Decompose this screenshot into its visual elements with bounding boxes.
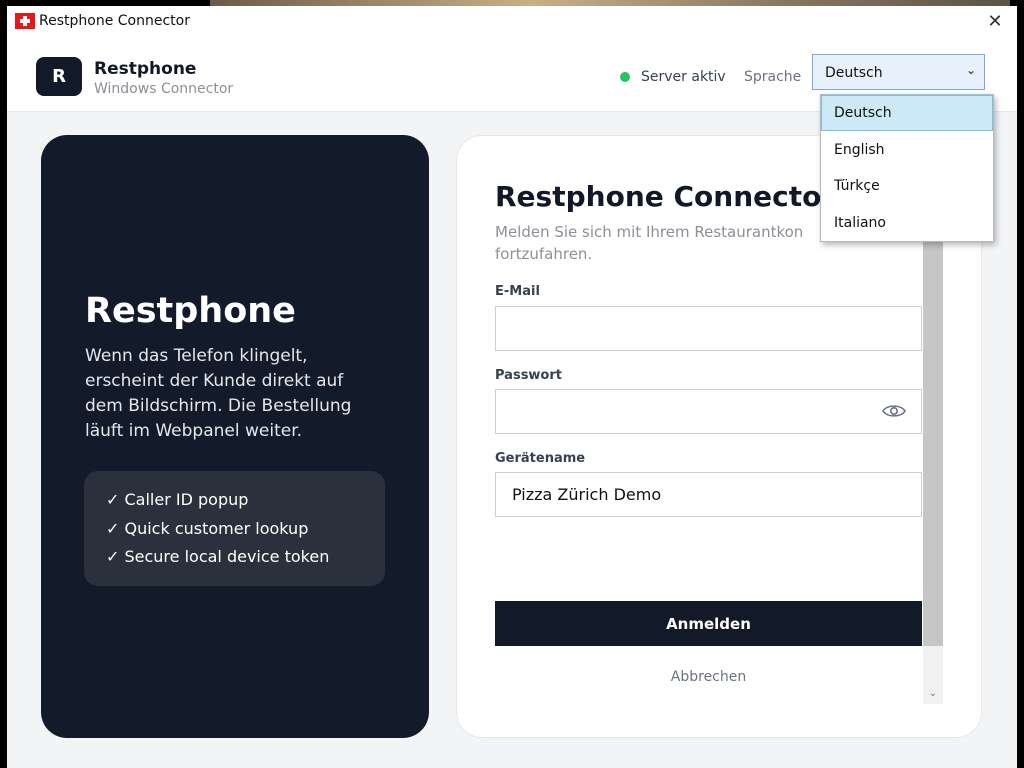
language-option-deutsch[interactable]: Deutsch (821, 95, 993, 131)
close-icon[interactable]: ✕ (983, 10, 1007, 34)
scroll-down-arrow-icon[interactable]: ⌄ (923, 686, 943, 702)
server-status-text: Server aktiv (641, 69, 726, 85)
device-name-label: Gerätename (495, 451, 586, 466)
server-status-dot-icon (620, 72, 630, 82)
brand-subtitle: Windows Connector (94, 81, 234, 97)
language-label: Sprache (744, 69, 802, 85)
password-label: Passwort (495, 368, 562, 383)
intro-title: Restphone (85, 291, 296, 331)
language-select[interactable]: Deutsch ⌄ (812, 54, 985, 90)
email-label: E-Mail (495, 284, 540, 299)
title-bar: Restphone Connector ✕ (7, 6, 1017, 37)
feature-list: ✓ Caller ID popup ✓ Quick customer looku… (84, 471, 385, 586)
login-title: Restphone Connector (495, 180, 836, 213)
intro-panel: Restphone Wenn das Telefon klingelt, ers… (41, 135, 429, 738)
language-dropdown-list: Deutsch English Türkçe Italiano (820, 94, 994, 242)
app-window: Restphone Connector ✕ R Restphone Window… (7, 6, 1017, 768)
scrollbar-thumb[interactable] (923, 236, 943, 646)
feature-item: ✓ Caller ID popup (106, 490, 249, 509)
swiss-flag-icon (15, 13, 35, 29)
device-name-field[interactable] (495, 472, 922, 517)
cancel-link[interactable]: Abbrechen (495, 669, 922, 685)
language-option-english[interactable]: English (821, 132, 993, 168)
window-title: Restphone Connector (39, 13, 190, 29)
card-scrollbar[interactable]: ⌄ (923, 236, 943, 704)
login-subtitle-line1: Melden Sie sich mit Ihrem Restaurantkon (495, 223, 804, 241)
login-subtitle-line2: fortzufahren. (495, 245, 593, 263)
language-select-value: Deutsch (825, 65, 883, 81)
eye-icon[interactable] (882, 403, 906, 419)
chevron-down-icon: ⌄ (965, 63, 976, 77)
feature-item: ✓ Quick customer lookup (106, 519, 309, 538)
password-field[interactable] (495, 389, 922, 434)
brand-name: Restphone (94, 59, 197, 79)
language-option-turkce[interactable]: Türkçe (821, 168, 993, 204)
intro-description: Wenn das Telefon klingelt, erscheint der… (85, 346, 352, 441)
logo-icon: R (36, 57, 82, 96)
feature-item: ✓ Secure local device token (106, 547, 330, 566)
email-field[interactable] (495, 306, 922, 351)
login-button[interactable]: Anmelden (495, 601, 922, 646)
language-option-italiano[interactable]: Italiano (821, 205, 993, 241)
